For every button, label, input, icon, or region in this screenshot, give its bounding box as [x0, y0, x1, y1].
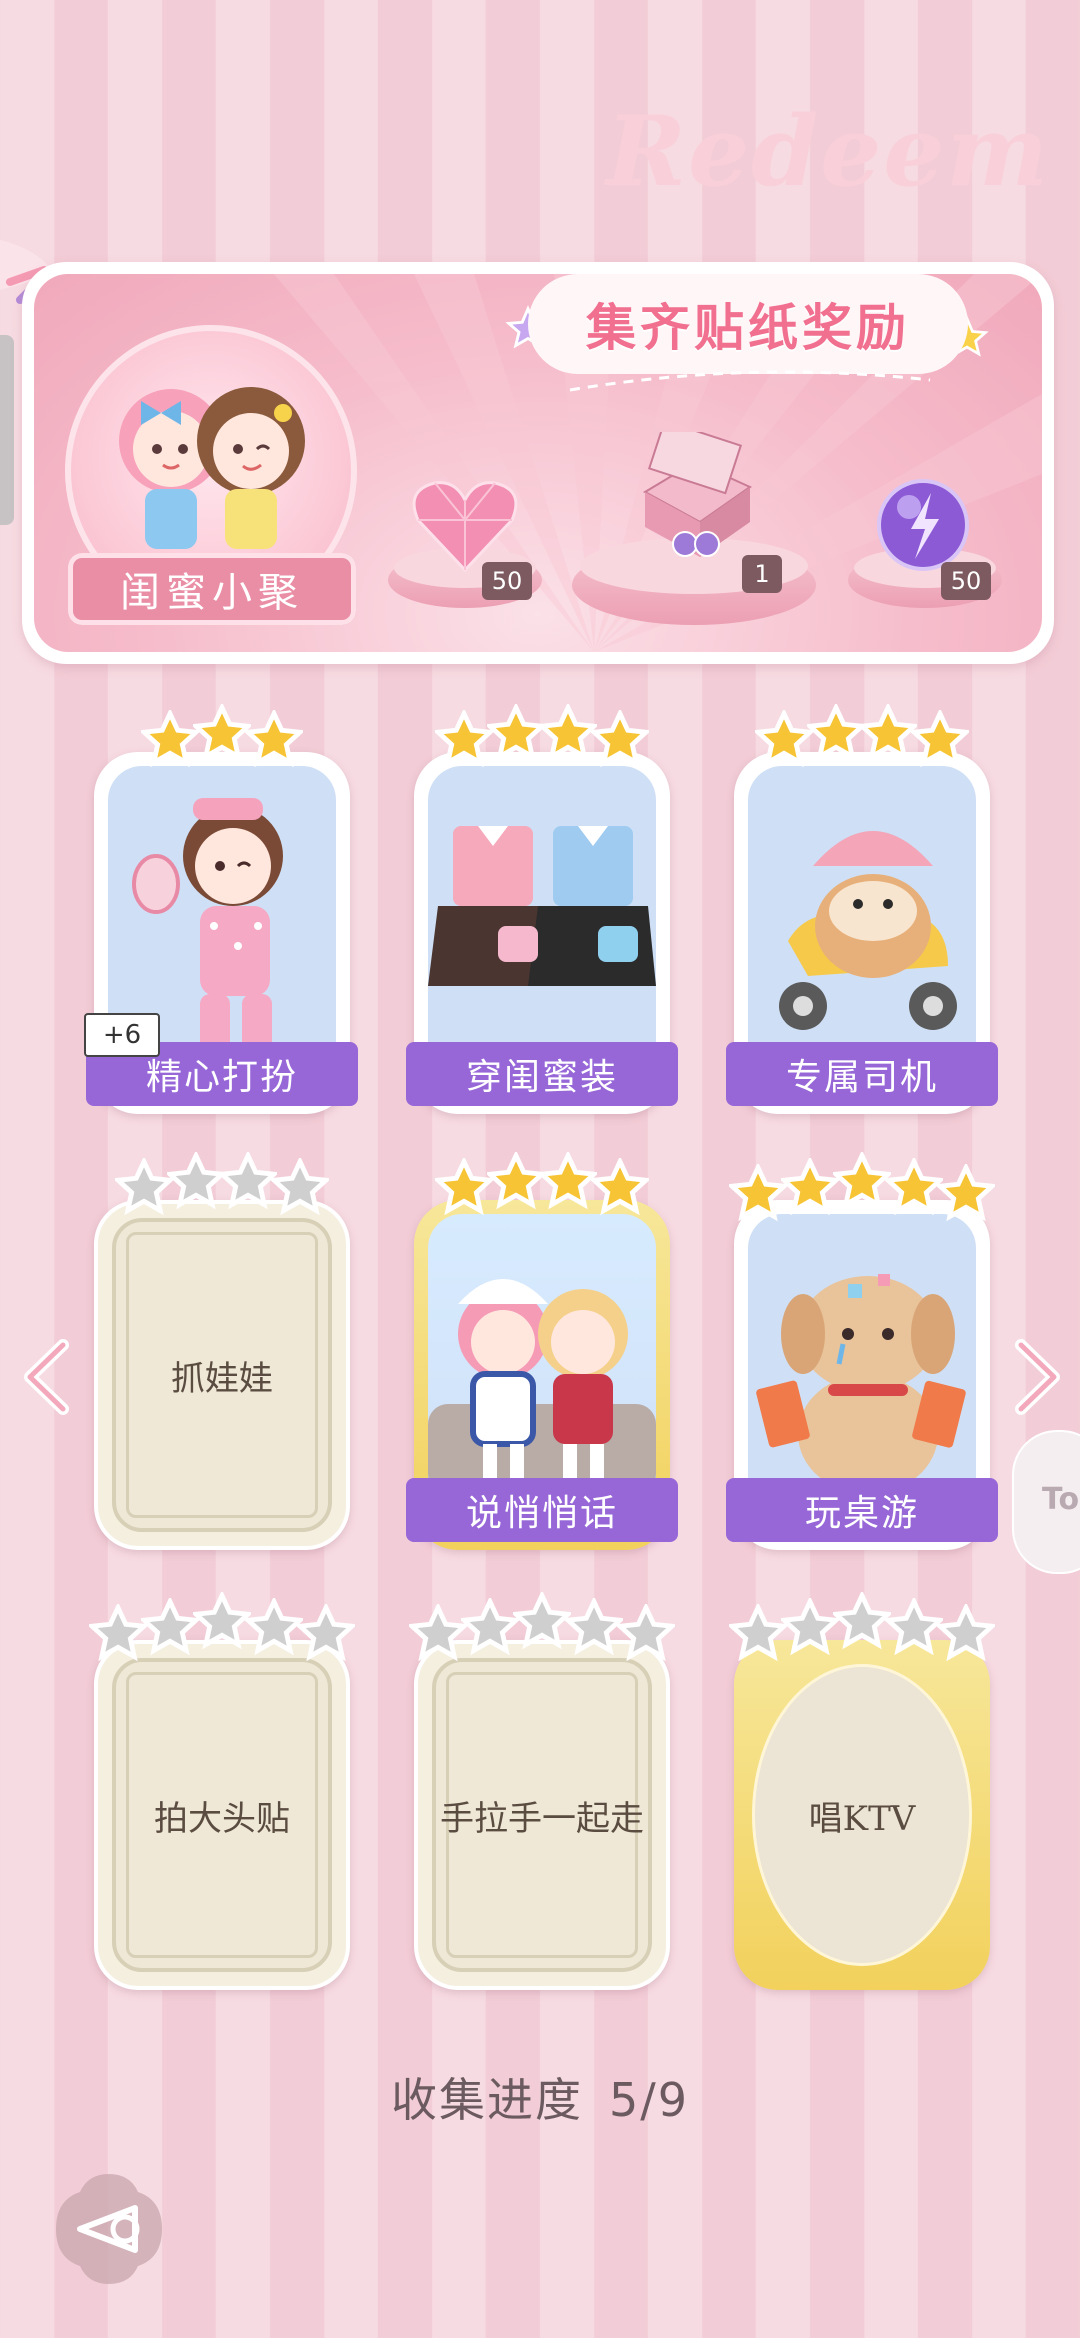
sticker-card-locked[interactable]: 唱KTV	[734, 1640, 990, 1990]
empty-star-icon	[115, 1158, 173, 1216]
filled-star-icon	[911, 710, 969, 768]
empty-star-icon	[513, 1592, 571, 1650]
sticker-card[interactable]: 穿闺蜜装	[406, 752, 678, 1114]
sticker-card-locked[interactable]: 拍大头贴	[94, 1640, 350, 1990]
sticker-card-locked[interactable]: 手拉手一起走	[414, 1640, 670, 1990]
sticker-card[interactable]: 玩桌游	[726, 1200, 998, 1550]
star-rating	[115, 1152, 329, 1216]
card-name: 拍大头贴	[154, 1798, 290, 1839]
sticker-card[interactable]: 说悄悄话	[406, 1200, 678, 1550]
sticker-card[interactable]: 精心打扮	[86, 752, 358, 1114]
album-name-label: 闺蜜小聚	[68, 553, 356, 625]
sticker-card-locked[interactable]: 抓娃娃	[94, 1200, 350, 1550]
progress-value: 5/9	[608, 2073, 690, 2127]
filled-star-icon	[193, 704, 251, 762]
filled-star-icon	[781, 1158, 839, 1216]
prev-page-arrow-icon[interactable]	[18, 1337, 78, 1417]
card-name: 说悄悄话	[465, 1493, 618, 1534]
filled-star-icon	[487, 1152, 545, 1210]
filled-star-icon	[435, 1158, 493, 1216]
star-rating	[729, 1592, 995, 1662]
reward-count: 50	[941, 562, 991, 600]
card-name: 唱KTV	[808, 1798, 916, 1839]
empty-star-icon	[781, 1598, 839, 1656]
star-rating	[141, 704, 303, 768]
pink-heart-gem-icon[interactable]	[410, 475, 520, 575]
empty-star-icon	[193, 1592, 251, 1650]
star-rating	[755, 704, 969, 768]
reward-count: 1	[742, 555, 782, 593]
card-name-bar: 专属司机	[726, 1042, 998, 1106]
floating-side-button[interactable]: To	[1012, 1430, 1080, 1574]
filled-star-icon	[833, 1152, 891, 1210]
reward-title-pill: 集齐贴纸奖励	[528, 274, 968, 374]
empty-star-icon	[833, 1592, 891, 1650]
dashed-curve	[569, 370, 931, 392]
empty-star-icon	[729, 1604, 787, 1662]
filled-star-icon	[591, 710, 649, 768]
star-rating	[89, 1592, 355, 1662]
redeem-watermark: Redeem	[606, 95, 1050, 208]
card-name: 穿闺蜜装	[465, 1057, 618, 1098]
filled-star-icon	[539, 1152, 597, 1210]
progress-label: 收集进度	[390, 2073, 583, 2127]
filled-star-icon	[859, 704, 917, 762]
filled-star-icon	[755, 710, 813, 768]
star-rating	[729, 1152, 995, 1222]
filled-star-icon	[807, 704, 865, 762]
star-rating	[435, 704, 649, 768]
collection-progress: 收集进度 5/9	[0, 2064, 1080, 2130]
filled-star-icon	[937, 1164, 995, 1222]
empty-star-icon	[885, 1598, 943, 1656]
empty-star-icon	[617, 1604, 675, 1662]
card-name-bar: 穿闺蜜装	[406, 1042, 678, 1106]
back-button[interactable]	[50, 2170, 168, 2288]
card-name: 玩桌游	[804, 1493, 919, 1534]
bonus-badge: +6	[84, 1013, 160, 1057]
empty-star-icon	[565, 1598, 623, 1656]
reward-title: 集齐贴纸奖励	[586, 299, 910, 357]
filled-star-icon	[885, 1158, 943, 1216]
card-name-bar: 玩桌游	[726, 1478, 998, 1542]
empty-star-icon	[219, 1152, 277, 1210]
card-name: 抓娃娃	[171, 1358, 273, 1399]
empty-star-icon	[89, 1604, 147, 1662]
star-rating	[435, 1152, 649, 1216]
card-name: 专属司机	[785, 1057, 938, 1098]
filled-star-icon	[729, 1164, 787, 1222]
reward-count: 50	[482, 562, 532, 600]
filled-star-icon	[141, 710, 199, 768]
card-name: 手拉手一起走	[440, 1798, 644, 1839]
filled-star-icon	[435, 710, 493, 768]
floating-side-button-label: To	[1042, 1482, 1080, 1517]
empty-star-icon	[937, 1604, 995, 1662]
empty-star-icon	[245, 1598, 303, 1656]
left-edge-tab[interactable]	[0, 335, 14, 525]
sticker-card[interactable]: 专属司机	[726, 752, 998, 1114]
energy-orb-icon[interactable]	[873, 475, 973, 575]
filled-star-icon	[591, 1158, 649, 1216]
card-name-bar: 说悄悄话	[406, 1478, 678, 1542]
next-page-arrow-icon[interactable]	[1006, 1337, 1066, 1417]
filled-star-icon	[539, 704, 597, 762]
empty-star-icon	[297, 1604, 355, 1662]
empty-star-icon	[271, 1158, 329, 1216]
star-rating	[409, 1592, 675, 1662]
gift-box-icon[interactable]	[625, 432, 755, 572]
empty-star-icon	[461, 1598, 519, 1656]
filled-star-icon	[245, 710, 303, 768]
filled-star-icon	[487, 704, 545, 762]
album-name: 闺蜜小聚	[120, 570, 304, 616]
card-name: 精心打扮	[145, 1057, 298, 1098]
empty-star-icon	[141, 1598, 199, 1656]
empty-star-icon	[167, 1152, 225, 1210]
empty-star-icon	[409, 1604, 467, 1662]
